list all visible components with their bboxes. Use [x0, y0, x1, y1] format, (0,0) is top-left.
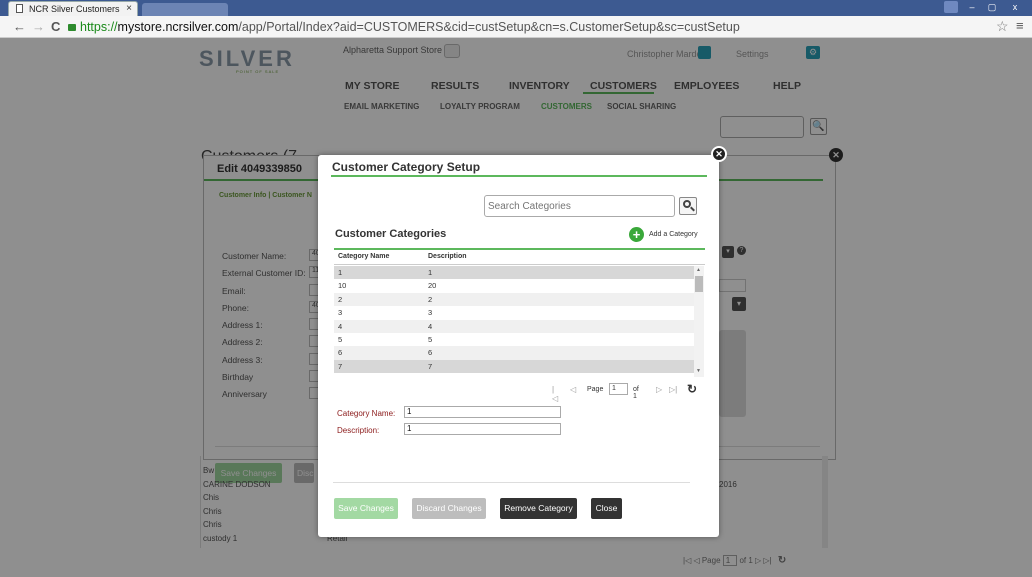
- modal-close-icon[interactable]: ✕: [711, 146, 727, 162]
- scroll-down-icon[interactable]: ▼: [696, 368, 701, 374]
- modal-title: Customer Category Setup: [332, 160, 481, 174]
- save-changes-button[interactable]: Save Changes: [334, 498, 398, 519]
- table-row[interactable]: 88: [334, 373, 694, 377]
- table-row[interactable]: 10 20: [334, 279, 694, 292]
- url-protocol: https://: [80, 20, 118, 34]
- browser-toolbar: ← → C https://mystore.ncrsilver.com/app/…: [0, 16, 1032, 38]
- table-row[interactable]: 22: [334, 292, 694, 307]
- url-path: /app/Portal/Index?aid=CUSTOMERS&cid=cust…: [238, 20, 740, 34]
- lock-icon: [68, 24, 76, 31]
- url-host: mystore.ncrsilver.com: [117, 20, 239, 34]
- page-number-input[interactable]: 1: [609, 383, 628, 395]
- column-header-description[interactable]: Description: [428, 253, 467, 260]
- cell-name: 8: [338, 375, 342, 377]
- scroll-up-icon[interactable]: ▲: [696, 267, 701, 273]
- first-page-icon[interactable]: |◁: [552, 385, 558, 403]
- refresh-icon[interactable]: ↻: [687, 382, 697, 396]
- category-grid: Category Name Description 11 10 20 22 33 …: [334, 250, 705, 377]
- remove-category-button[interactable]: Remove Category: [500, 498, 577, 519]
- grid-scrollbar[interactable]: ▲ ▼: [694, 266, 704, 377]
- grid-header: Category Name Description: [334, 250, 705, 265]
- cell-description: 8: [428, 375, 432, 377]
- grid-body: 11 1020 22 33 44 55 66 77 88: [334, 266, 694, 377]
- cell-name: 7: [338, 361, 343, 371]
- browser-menu-icon[interactable]: ≡: [1016, 18, 1024, 33]
- cell-description: 7: [428, 361, 433, 371]
- search-handle: [690, 206, 695, 212]
- app-page: SILVER POINT OF SALE Alpharetta Support …: [0, 38, 1032, 577]
- pager-page-label: Page: [587, 386, 604, 393]
- table-row[interactable]: 77: [334, 359, 694, 374]
- cell-name: 4: [338, 321, 343, 331]
- customer-category-setup-dialog: Customer Category Setup Customer Categor…: [318, 155, 719, 537]
- cell-description: 20: [428, 281, 437, 291]
- browser-tab[interactable]: NCR Silver Customers ×: [8, 1, 138, 16]
- last-page-icon[interactable]: ▷|: [669, 385, 677, 394]
- pager-of-label: of 1: [633, 386, 639, 400]
- cell-name: 10: [338, 281, 347, 291]
- reload-icon[interactable]: C: [51, 19, 60, 34]
- prev-page-icon[interactable]: ◁: [570, 385, 576, 394]
- window-titlebar: NCR Silver Customers × – ▢ x: [0, 0, 1032, 16]
- category-name-input[interactable]: 1: [404, 406, 561, 418]
- next-page-icon[interactable]: ▷: [656, 385, 662, 394]
- cell-description: 1: [428, 268, 433, 277]
- search-icon[interactable]: [679, 197, 697, 215]
- cell-description: 2: [428, 294, 433, 304]
- cell-description: 6: [428, 348, 433, 358]
- tab-title: NCR Silver Customers: [29, 4, 120, 14]
- cell-description: 4: [428, 321, 433, 331]
- page-icon: [16, 4, 23, 13]
- minimize-icon[interactable]: –: [964, 1, 980, 13]
- table-row[interactable]: 66: [334, 346, 694, 360]
- description-input[interactable]: 1: [404, 423, 561, 435]
- cell-name: 6: [338, 348, 343, 358]
- cell-description: 3: [428, 308, 433, 318]
- new-tab-button[interactable]: [142, 3, 228, 16]
- forward-arrow-icon[interactable]: →: [32, 19, 45, 34]
- close-button[interactable]: Close: [591, 498, 622, 519]
- cell-name: 2: [338, 294, 343, 304]
- address-bar[interactable]: https://mystore.ncrsilver.com/app/Portal…: [68, 19, 968, 35]
- bookmark-star-icon[interactable]: ☆: [996, 18, 1009, 35]
- modal-title-underline: [331, 175, 707, 177]
- category-search-input[interactable]: [484, 195, 675, 217]
- column-header-name[interactable]: Category Name: [338, 253, 389, 260]
- categories-heading: Customer Categories: [335, 228, 447, 240]
- maximize-icon[interactable]: ▢: [984, 1, 1000, 13]
- table-row[interactable]: 55: [334, 333, 694, 346]
- cell-name: 5: [338, 334, 343, 344]
- tab-close-icon[interactable]: ×: [126, 3, 132, 14]
- back-arrow-icon[interactable]: ←: [13, 19, 26, 34]
- table-row[interactable]: 11: [334, 266, 694, 280]
- cell-name: 1: [338, 268, 343, 277]
- divider: [333, 482, 690, 483]
- add-category-link[interactable]: Add a Category: [649, 231, 698, 238]
- category-name-label: Category Name:: [337, 409, 396, 418]
- description-label: Description:: [337, 426, 380, 435]
- window-close-icon[interactable]: x: [1006, 1, 1024, 13]
- discard-changes-button[interactable]: Discard Changes: [412, 498, 486, 519]
- table-row[interactable]: 33: [334, 306, 694, 319]
- scroll-thumb[interactable]: [695, 276, 703, 292]
- add-circle-icon[interactable]: +: [629, 227, 644, 242]
- cell-name: 3: [338, 308, 343, 318]
- profile-icon[interactable]: [944, 1, 958, 13]
- cell-description: 5: [428, 334, 433, 344]
- table-row[interactable]: 44: [334, 319, 694, 333]
